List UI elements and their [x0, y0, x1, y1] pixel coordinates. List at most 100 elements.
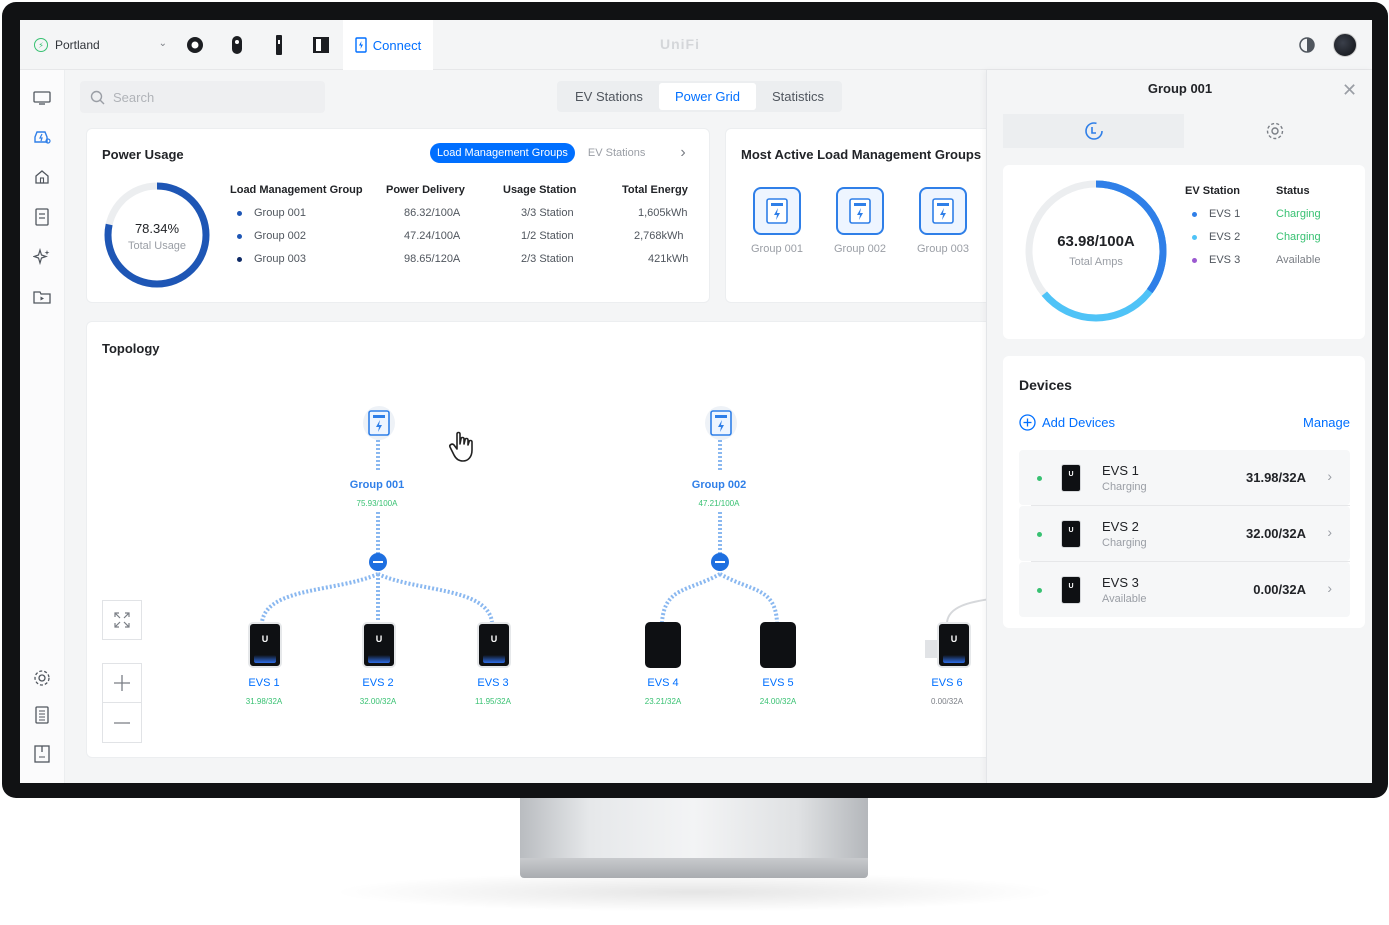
row-energy: 2,768kWh: [634, 230, 684, 242]
group-node-label: Group 002: [691, 479, 747, 491]
row-group: Group 002: [254, 230, 306, 242]
group-node-icon[interactable]: [705, 406, 737, 440]
monitor-frame: ⚡ Portland ⌄ Connect UniFi Search EV Sta…: [2, 2, 1388, 798]
ev-station-label: EVS 5: [762, 677, 794, 689]
dashboard-icon[interactable]: [32, 88, 52, 108]
app-connect-tab[interactable]: Connect: [343, 20, 433, 70]
row-group: Group 003: [254, 253, 306, 265]
group-tile[interactable]: Group 002: [825, 187, 895, 255]
device-amps: 0.00/32A: [1253, 582, 1306, 597]
ev-station-device[interactable]: [645, 622, 681, 668]
group-node-amps: 47.21/100A: [698, 499, 740, 508]
minus-icon: [114, 721, 130, 724]
power-usage-title: Power Usage: [102, 147, 184, 162]
status-row: EVS 1 Charging: [1185, 208, 1345, 228]
header-energy: Total Energy: [622, 184, 688, 196]
ev-station-device[interactable]: U: [477, 622, 511, 668]
ev-station-device[interactable]: U: [362, 622, 396, 668]
chevron-right-icon: ›: [1327, 468, 1332, 484]
manage-link[interactable]: Manage: [1303, 415, 1350, 430]
chevron-right-icon[interactable]: ›: [680, 144, 685, 162]
connect-icon: [355, 37, 367, 53]
ev-station-label: EVS 2: [362, 677, 394, 689]
theme-toggle-icon[interactable]: [1298, 36, 1316, 59]
ev-station-thumb: U: [1061, 520, 1081, 548]
ev-station-label: EVS 1: [248, 677, 280, 689]
hand-cursor-icon: [449, 431, 473, 462]
ev-station-amps: 32.00/32A: [359, 697, 397, 706]
media-icon[interactable]: [32, 287, 52, 307]
site-home-icon[interactable]: [32, 167, 52, 187]
zoom-out-button[interactable]: [102, 703, 142, 743]
avatar[interactable]: [1333, 33, 1357, 57]
tab-statistics[interactable]: Statistics: [756, 83, 840, 110]
tab-power-grid[interactable]: Power Grid: [658, 83, 756, 110]
about-icon[interactable]: [32, 744, 52, 764]
header-usage: Usage Station: [503, 184, 577, 196]
device-row[interactable]: U EVS 3 Available 0.00/32A ›: [1019, 562, 1350, 617]
expand-icon: [114, 612, 130, 628]
group-node-icon[interactable]: [363, 406, 395, 440]
fullscreen-button[interactable]: [102, 600, 142, 640]
view-tabs: EV Stations Power Grid Statistics: [557, 81, 842, 112]
status-value: Charging: [1276, 208, 1321, 220]
tab-load-management-groups[interactable]: Load Management Groups: [430, 143, 575, 163]
bullet-icon: [237, 210, 242, 216]
tab-ev-stations-usage[interactable]: EV Stations: [581, 143, 652, 163]
group-tile[interactable]: Group 001: [742, 187, 812, 255]
search-input[interactable]: [113, 89, 313, 105]
app-network-icon[interactable]: [182, 32, 208, 58]
ev-station-device[interactable]: U: [248, 622, 282, 668]
app-access-icon[interactable]: [266, 32, 292, 58]
table-row[interactable]: Group 002 47.24/100A 1/2 Station 2,768kW…: [230, 230, 690, 250]
device-state: Charging: [1102, 481, 1147, 493]
tab-panel-settings[interactable]: [1184, 114, 1365, 148]
app-talk-icon[interactable]: [308, 32, 334, 58]
settings-icon[interactable]: [32, 668, 52, 688]
group-tile-label: Group 001: [751, 243, 803, 255]
stand-shadow: [330, 872, 1060, 912]
device-row[interactable]: U EVS 1 Charging 31.98/32A ›: [1019, 450, 1350, 505]
row-group: Group 001: [254, 207, 306, 219]
plus-circle-icon: [1019, 414, 1036, 431]
search-box[interactable]: [80, 81, 325, 113]
logs-icon[interactable]: [32, 705, 52, 725]
status-dot: [1192, 235, 1197, 240]
row-delivery: 98.65/120A: [404, 253, 461, 265]
ev-charging-icon[interactable]: [32, 127, 52, 147]
screen: ⚡ Portland ⌄ Connect UniFi Search EV Sta…: [20, 20, 1372, 783]
site-selector[interactable]: ⚡ Portland ⌄: [20, 20, 175, 70]
monitor-stand-base: [520, 858, 868, 878]
ev-station-amps: 31.98/32A: [245, 697, 283, 706]
add-devices-button[interactable]: Add Devices: [1019, 414, 1115, 431]
row-usage: 1/2 Station: [521, 230, 574, 242]
table-row[interactable]: Group 001 86.32/100A 3/3 Station 1,605kW…: [230, 207, 690, 227]
ev-station-device[interactable]: [760, 622, 796, 668]
bullet-icon: [237, 256, 242, 262]
ev-station-device[interactable]: U: [937, 622, 971, 668]
device-amps: 32.00/32A: [1246, 526, 1306, 541]
sparkle-icon[interactable]: [32, 247, 52, 267]
panel-title: Group 001: [1147, 81, 1213, 96]
device-row[interactable]: U EVS 2 Charging 32.00/32A ›: [1019, 506, 1350, 561]
total-amps-caption: Total Amps: [1069, 256, 1123, 268]
site-name: Portland: [55, 38, 100, 52]
close-icon[interactable]: ✕: [1342, 80, 1357, 101]
usage-table-header: Load Management Group Power Delivery Usa…: [230, 184, 690, 204]
status-header: EV Station Status: [1185, 185, 1345, 205]
gear-icon: [1266, 122, 1283, 140]
power-box-icon: [919, 187, 967, 235]
app-protect-icon[interactable]: [224, 32, 250, 58]
group-detail-panel: Group 001 ✕ 63.98/100A Total Amps EV Sta…: [986, 70, 1372, 783]
row-delivery: 47.24/100A: [404, 230, 461, 242]
tab-overview[interactable]: [1003, 114, 1184, 148]
tab-ev-stations[interactable]: EV Stations: [559, 83, 659, 110]
zoom-in-button[interactable]: [102, 663, 142, 703]
ev-station-label: EVS 4: [647, 677, 679, 689]
group-tile[interactable]: Group 003: [908, 187, 978, 255]
table-row[interactable]: Group 003 98.65/120A 2/3 Station 421kWh: [230, 253, 690, 273]
ev-station-amps: 0.00/32A: [930, 697, 964, 706]
devices-icon[interactable]: [32, 207, 52, 227]
header-delivery: Power Delivery: [386, 184, 465, 196]
most-active-card: Most Active Load Management Groups Group…: [725, 128, 995, 303]
